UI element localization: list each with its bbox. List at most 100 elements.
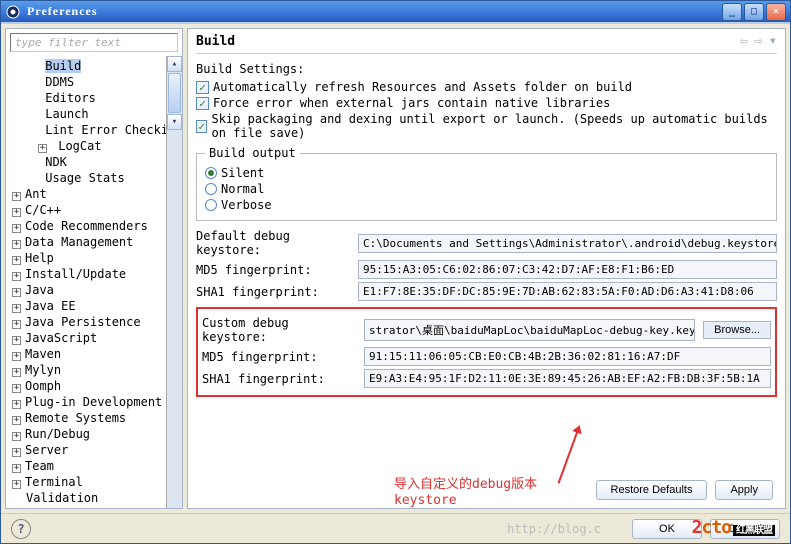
checkbox-force-error-label: Force error when external jars contain n… <box>213 96 610 110</box>
main-panel: Build ⇦ ⇨ ▾ Build Settings: ✓ Automatical… <box>187 28 786 509</box>
help-icon[interactable]: ? <box>11 519 31 539</box>
expander-icon[interactable]: + <box>12 400 21 409</box>
radio-verbose[interactable] <box>205 199 217 211</box>
tree-item-maven[interactable]: +Maven <box>6 346 166 362</box>
tree-item-launch[interactable]: Launch <box>6 106 166 122</box>
build-output-group: Build output Silent Normal Verbose <box>196 146 777 221</box>
tree-item-lint-error-checkin[interactable]: Lint Error Checkin <box>6 122 166 138</box>
tree-item-run-debug[interactable]: +Run/Debug <box>6 426 166 442</box>
tree-item-data-management[interactable]: +Data Management <box>6 234 166 250</box>
tree[interactable]: Build DDMS Editors Launch Lint Error Che… <box>6 56 166 508</box>
tree-item-validation[interactable]: Validation <box>6 490 166 506</box>
expander-icon[interactable]: + <box>12 352 21 361</box>
tree-item-java[interactable]: +Java <box>6 282 166 298</box>
tree-item-remote-systems[interactable]: +Remote Systems <box>6 410 166 426</box>
minimize-button[interactable]: _ <box>722 3 742 21</box>
window-title: Preferences <box>27 4 722 19</box>
expander-icon[interactable]: + <box>38 144 47 153</box>
tree-item-plug-in-development[interactable]: +Plug-in Development <box>6 394 166 410</box>
tree-item-c-c-[interactable]: +C/C++ <box>6 202 166 218</box>
back-icon[interactable]: ⇦ <box>740 33 748 49</box>
expander-icon[interactable]: + <box>12 432 21 441</box>
tree-item-team[interactable]: +Team <box>6 458 166 474</box>
tree-item-terminal[interactable]: +Terminal <box>6 474 166 490</box>
expander-icon[interactable]: + <box>12 192 21 201</box>
expander-icon[interactable]: + <box>12 304 21 313</box>
custom-keystore-highlight: Custom debug keystore:strator\桌面\baiduMa… <box>196 307 777 397</box>
tree-item-javascript[interactable]: +JavaScript <box>6 330 166 346</box>
expander-icon[interactable]: + <box>12 480 21 489</box>
expander-icon[interactable]: + <box>12 208 21 217</box>
expander-icon[interactable]: + <box>12 240 21 249</box>
custom-sha1-label: SHA1 fingerprint: <box>202 372 360 386</box>
radio-silent[interactable] <box>205 167 217 179</box>
md5-field: 95:15:A3:05:C6:02:86:07:C3:42:D7:AF:E8:F… <box>358 260 777 279</box>
default-keystore-field: C:\Documents and Settings\Administrator\… <box>358 234 777 253</box>
scroll-thumb[interactable] <box>168 73 181 113</box>
titlebar: Preferences _ □ ✕ <box>1 1 790 22</box>
tree-item-code-recommenders[interactable]: +Code Recommenders <box>6 218 166 234</box>
tree-item-java-persistence[interactable]: +Java Persistence <box>6 314 166 330</box>
tree-item-mylyn[interactable]: +Mylyn <box>6 362 166 378</box>
annotation-arrow <box>558 427 580 484</box>
sha1-label: SHA1 fingerprint: <box>196 285 354 299</box>
expander-icon[interactable]: + <box>12 336 21 345</box>
footer: ? OK Cancel <box>1 513 790 543</box>
tree-item-help[interactable]: +Help <box>6 250 166 266</box>
scroll-down-button[interactable]: ▾ <box>167 114 182 130</box>
expander-icon[interactable]: + <box>12 224 21 233</box>
browse-button[interactable]: Browse... <box>703 321 771 339</box>
tree-item-editors[interactable]: Editors <box>6 90 166 106</box>
apply-button[interactable]: Apply <box>715 480 773 500</box>
custom-keystore-field[interactable]: strator\桌面\baiduMapLoc\baiduMapLoc-debug… <box>364 319 695 341</box>
checkbox-auto-refresh[interactable]: ✓ <box>196 81 209 94</box>
scrollbar-vertical[interactable]: ▴ ▾ <box>166 56 182 508</box>
dropdown-icon[interactable]: ▾ <box>769 33 777 49</box>
tree-item-ant[interactable]: +Ant <box>6 186 166 202</box>
tree-item-java-ee[interactable]: +Java EE <box>6 298 166 314</box>
forward-icon[interactable]: ⇨ <box>754 33 762 49</box>
expander-icon[interactable]: + <box>12 464 21 473</box>
maximize-button[interactable]: □ <box>744 3 764 21</box>
tree-item-install-update[interactable]: +Install/Update <box>6 266 166 282</box>
window-buttons: _ □ ✕ <box>722 3 786 21</box>
watermark-logo: 2cto红黑联盟 <box>692 517 775 538</box>
expander-icon[interactable]: + <box>12 416 21 425</box>
sidebar: type filter text Build DDMS Editors Laun… <box>5 28 183 509</box>
close-button[interactable]: ✕ <box>766 3 786 21</box>
checkbox-auto-refresh-label: Automatically refresh Resources and Asse… <box>213 80 632 94</box>
tree-item-ndk[interactable]: NDK <box>6 154 166 170</box>
tree-item-build[interactable]: Build <box>6 58 166 74</box>
custom-md5-field: 91:15:11:06:05:CB:E0:CB:4B:2B:36:02:81:1… <box>364 347 771 366</box>
build-settings-label: Build Settings: <box>196 62 777 76</box>
custom-md5-label: MD5 fingerprint: <box>202 350 360 364</box>
expander-icon[interactable]: + <box>12 288 21 297</box>
radio-normal-label: Normal <box>221 182 264 196</box>
expander-icon[interactable]: + <box>12 384 21 393</box>
preferences-window: Preferences _ □ ✕ type filter text Build… <box>0 0 791 544</box>
body: type filter text Build DDMS Editors Laun… <box>1 22 790 513</box>
filter-input[interactable]: type filter text <box>10 33 178 52</box>
scroll-up-button[interactable]: ▴ <box>167 56 182 72</box>
sha1-field: E1:F7:8E:35:DF:DC:85:9E:7D:AB:62:83:5A:F… <box>358 282 777 301</box>
custom-keystore-label: Custom debug keystore: <box>202 316 360 344</box>
default-keystore-label: Default debug keystore: <box>196 229 354 257</box>
expander-icon[interactable]: + <box>12 320 21 329</box>
page-title: Build <box>196 34 740 49</box>
watermark-url: http://blog.c <box>507 522 601 536</box>
tree-item-ddms[interactable]: DDMS <box>6 74 166 90</box>
tree-item-oomph[interactable]: +Oomph <box>6 378 166 394</box>
radio-normal[interactable] <box>205 183 217 195</box>
expander-icon[interactable]: + <box>12 256 21 265</box>
checkbox-skip-packaging[interactable]: ✓ <box>196 120 207 133</box>
restore-defaults-button[interactable]: Restore Defaults <box>596 480 708 500</box>
expander-icon[interactable]: + <box>12 448 21 457</box>
checkbox-force-error[interactable]: ✓ <box>196 97 209 110</box>
md5-label: MD5 fingerprint: <box>196 263 354 277</box>
tree-item-logcat[interactable]: + LogCat <box>6 138 166 154</box>
radio-verbose-label: Verbose <box>221 198 272 212</box>
expander-icon[interactable]: + <box>12 368 21 377</box>
tree-item-server[interactable]: +Server <box>6 442 166 458</box>
expander-icon[interactable]: + <box>12 272 21 281</box>
tree-item-usage-stats[interactable]: Usage Stats <box>6 170 166 186</box>
